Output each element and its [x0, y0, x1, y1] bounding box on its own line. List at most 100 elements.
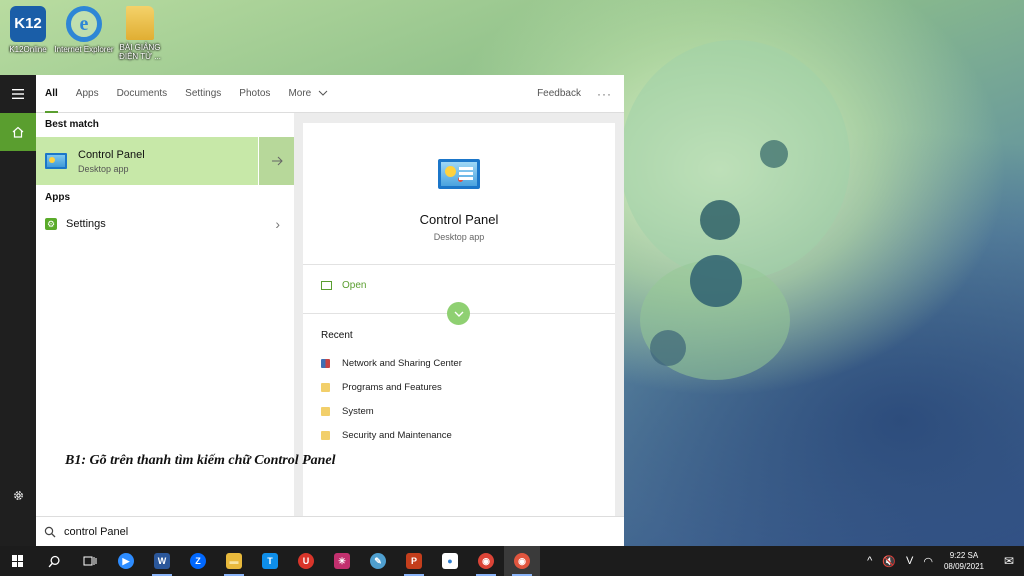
tabs-right: Feedback ··· — [525, 87, 624, 101]
home-button[interactable] — [0, 113, 36, 151]
k12-icon: K12 — [10, 6, 46, 42]
recent-list: Network and Sharing Center Programs and … — [321, 351, 462, 447]
hamburger-menu-button[interactable] — [0, 75, 36, 113]
taskbar-app-file-explorer[interactable]: ▬ — [216, 546, 252, 576]
task-view-button[interactable] — [72, 546, 108, 576]
folder-icon — [321, 382, 330, 392]
wallpaper-shape — [760, 140, 788, 168]
instruction-caption: B1: Gõ trên thanh tìm kiếm chữ Control P… — [65, 453, 336, 468]
taskbar-app-chrome-user[interactable]: ◉ — [504, 546, 540, 576]
input-method-indicator[interactable]: V — [901, 555, 918, 567]
recent-item-system[interactable]: System — [321, 399, 462, 423]
recent-item-label: Programs and Features — [342, 381, 442, 393]
tab-more-label: More — [288, 87, 312, 99]
details-pane: Control Panel Desktop app Open Recent Ne… — [303, 123, 615, 516]
taskbar-app-zalo[interactable]: Z — [180, 546, 216, 576]
app-result-label: Settings — [66, 218, 106, 230]
desktop-icon-k12online[interactable]: K12 K12Online — [0, 6, 58, 54]
search-icon — [48, 555, 60, 567]
best-match-open[interactable]: Control Panel Desktop app — [36, 137, 258, 185]
more-options-button[interactable]: ··· — [593, 87, 624, 101]
hamburger-icon — [12, 89, 24, 99]
start-sidebar — [0, 75, 36, 546]
recent-item-label: Network and Sharing Center — [342, 357, 462, 369]
taskbar-app-pink[interactable]: ✳ — [324, 546, 360, 576]
show-more-button[interactable] — [447, 302, 470, 325]
gear-icon — [13, 490, 23, 500]
taskbar-search-button[interactable] — [36, 546, 72, 576]
wallpaper-shape — [690, 255, 742, 307]
clock-date: 08/09/2021 — [943, 562, 984, 571]
chrome-user-icon: ◉ — [514, 553, 530, 569]
best-match-result[interactable]: Control Panel Desktop app — [36, 137, 294, 185]
folder-icon — [126, 6, 154, 40]
zalo-icon: Z — [190, 553, 206, 569]
wallpaper-shape — [620, 40, 850, 280]
desktop-icon-bai-giang[interactable]: BÀI GIẢNG ĐIỆN TỬ ... — [110, 6, 170, 61]
ultraviewer-icon: U — [298, 553, 314, 569]
taskbar-app-teamviewer[interactable]: T — [252, 546, 288, 576]
teamviewer-icon: T — [262, 553, 278, 569]
taskbar-app-photos[interactable]: ● — [432, 546, 468, 576]
tab-photos[interactable]: Photos — [230, 75, 279, 113]
desktop-icon-label: Internet Explorer — [54, 45, 114, 54]
taskbar-app-chrome[interactable]: ◉ — [468, 546, 504, 576]
home-icon — [12, 126, 24, 138]
folder-icon — [321, 406, 330, 416]
volume-icon[interactable]: 🔇 — [877, 555, 901, 568]
open-label: Open — [342, 280, 367, 291]
clock[interactable]: 9:22 SA 08/09/2021 — [938, 550, 994, 572]
recent-item-security[interactable]: Security and Maintenance — [321, 423, 462, 447]
tab-all[interactable]: All — [36, 75, 67, 113]
start-button[interactable] — [0, 546, 36, 576]
best-match-title: Control Panel — [78, 148, 145, 161]
taskbar-app-zoom[interactable]: ▶ — [108, 546, 144, 576]
control-panel-large-icon — [438, 159, 480, 189]
recent-item-label: Security and Maintenance — [342, 429, 452, 441]
notifications-icon[interactable]: ✉ — [994, 554, 1024, 568]
powerpoint-icon: P — [406, 553, 422, 569]
details-title: Control Panel — [419, 212, 499, 227]
arrow-right-icon — [271, 156, 283, 166]
recent-item-network[interactable]: Network and Sharing Center — [321, 351, 462, 375]
open-action[interactable]: Open — [321, 280, 366, 291]
chevron-down-icon — [318, 90, 328, 96]
expand-details-button[interactable] — [258, 137, 294, 185]
taskbar-app-powerpoint[interactable]: P — [396, 546, 432, 576]
settings-button[interactable] — [0, 476, 36, 514]
best-match-heading: Best match — [45, 119, 99, 130]
best-match-subtitle: Desktop app — [78, 163, 129, 174]
search-icon — [44, 526, 56, 537]
desktop-icon-label: BÀI GIẢNG ĐIỆN TỬ ... — [119, 43, 161, 61]
network-icon — [321, 358, 330, 368]
show-hidden-icons-button[interactable]: ^ — [862, 555, 877, 567]
search-input[interactable]: control Panel — [36, 516, 624, 546]
word-icon: W — [154, 553, 170, 569]
file-explorer-icon: ▬ — [226, 553, 242, 569]
feedback-link[interactable]: Feedback — [525, 88, 593, 99]
windows-icon — [12, 555, 24, 567]
chevron-down-icon — [454, 311, 463, 317]
chevron-right-icon: › — [275, 216, 280, 232]
clock-time: 9:22 SA — [949, 551, 979, 560]
recent-item-programs[interactable]: Programs and Features — [321, 375, 462, 399]
search-query: control Panel — [64, 525, 129, 538]
wifi-icon[interactable]: ◠ — [918, 555, 938, 568]
taskbar-app-paint[interactable]: ✎ — [360, 546, 396, 576]
chrome-icon: ◉ — [478, 553, 494, 569]
photos-icon: ● — [442, 553, 458, 569]
taskbar-app-ultraviewer[interactable]: U — [288, 546, 324, 576]
settings-app-icon: ⚙ — [45, 218, 57, 230]
tab-more[interactable]: More — [279, 75, 337, 113]
tab-documents[interactable]: Documents — [108, 75, 177, 113]
tab-apps[interactable]: Apps — [67, 75, 108, 113]
zoom-icon: ▶ — [118, 553, 134, 569]
search-tabs: All Apps Documents Settings Photos More … — [36, 75, 624, 113]
tab-settings[interactable]: Settings — [176, 75, 230, 113]
app-pink-icon: ✳ — [334, 553, 350, 569]
app-result-settings[interactable]: ⚙ Settings › — [36, 210, 294, 238]
control-panel-icon — [45, 153, 67, 169]
apps-heading: Apps — [45, 192, 70, 203]
desktop-icon-internet-explorer[interactable]: e Internet Explorer — [54, 6, 114, 54]
taskbar-app-word[interactable]: W — [144, 546, 180, 576]
